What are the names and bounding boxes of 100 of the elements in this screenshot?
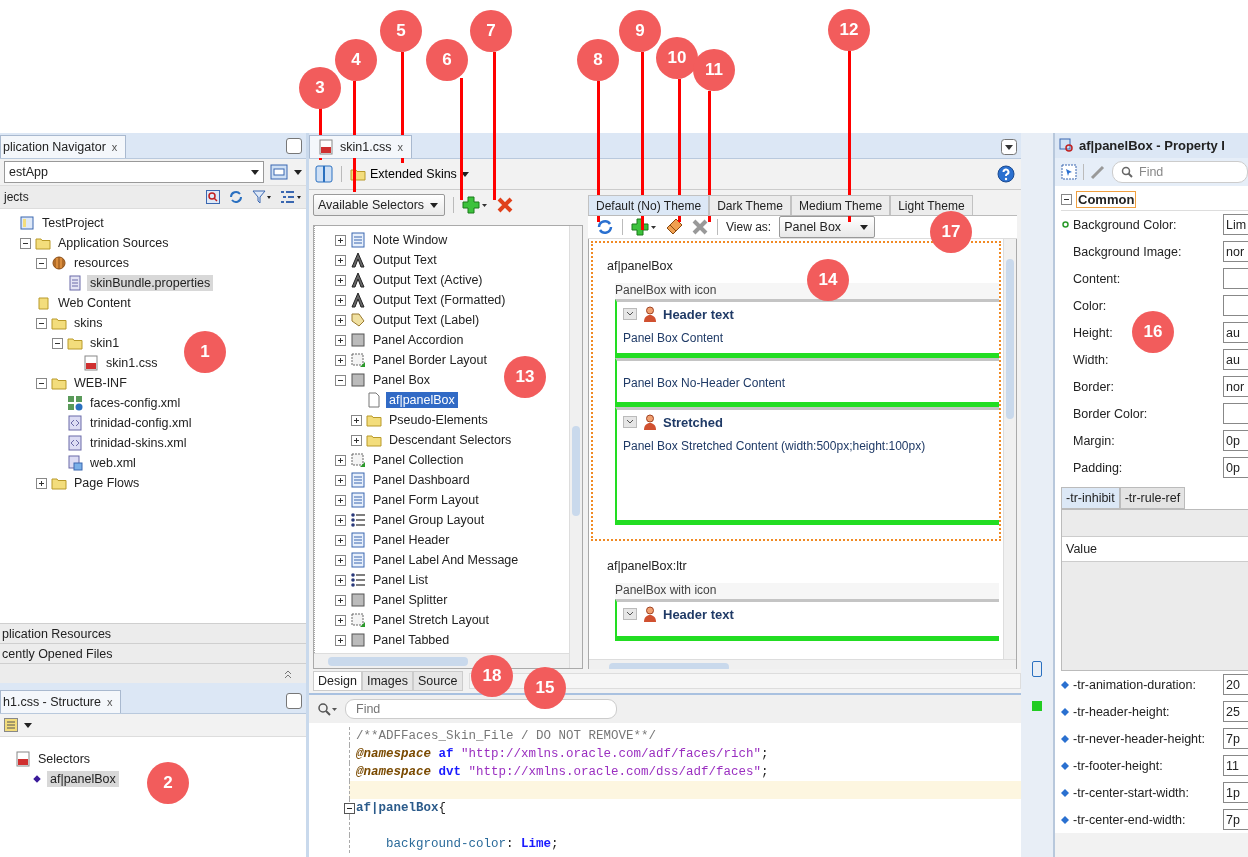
theme-tab[interactable]: Light Theme — [890, 195, 973, 215]
collapse-icon[interactable] — [623, 416, 637, 428]
tree-item[interactable]: Output Text (Formatted) — [370, 292, 509, 308]
view-tab[interactable]: Images — [361, 671, 413, 691]
expand-icon[interactable] — [335, 474, 346, 486]
filter-icon[interactable] — [252, 190, 272, 204]
expand-icon[interactable] — [335, 334, 346, 346]
select-icon[interactable] — [1061, 164, 1077, 180]
property-field[interactable]: Lim — [1223, 214, 1248, 235]
search-icon[interactable] — [206, 190, 220, 204]
refresh-icon[interactable] — [596, 218, 614, 236]
tree-item[interactable]: Panel Splitter — [370, 592, 451, 608]
tree-item[interactable]: resources — [71, 255, 132, 271]
property-field[interactable]: nor — [1223, 376, 1248, 397]
tree-item[interactable]: Panel Collection — [370, 452, 467, 468]
collapse-icon[interactable] — [623, 308, 637, 320]
collapse-icon[interactable] — [36, 317, 47, 329]
collapse-icon[interactable] — [36, 377, 47, 389]
caret-icon[interactable] — [294, 169, 302, 175]
view-as-dropdown[interactable]: Panel Box — [779, 216, 876, 238]
expand-icon[interactable] — [335, 274, 346, 286]
theme-tab[interactable]: Medium Theme — [790, 195, 891, 215]
expand-icon[interactable] — [335, 594, 346, 606]
collapse-icon[interactable] — [20, 237, 31, 249]
tree-item[interactable]: Panel Tabbed — [370, 632, 453, 648]
property-tab[interactable]: -tr-inhibit — [1061, 487, 1120, 509]
expand-icon[interactable] — [335, 494, 346, 506]
tree-item[interactable]: Panel Box — [370, 372, 433, 388]
expand-icon[interactable] — [335, 314, 346, 326]
tree-item[interactable]: Output Text (Active) — [370, 272, 486, 288]
selectors-dropdown[interactable]: Available Selectors — [313, 194, 446, 216]
tree-item[interactable]: Output Text (Label) — [370, 312, 483, 328]
tree-item[interactable]: skins — [71, 315, 106, 331]
expand-icon[interactable] — [335, 354, 346, 366]
property-field[interactable]: au — [1223, 349, 1248, 370]
tree-item[interactable]: trinidad-skins.xml — [87, 435, 190, 451]
minimize-button[interactable] — [286, 693, 302, 709]
tree-item[interactable]: faces-config.xml — [87, 395, 184, 411]
expand-icon[interactable] — [335, 514, 346, 526]
tree-item[interactable]: Output Text — [370, 252, 440, 268]
close-button[interactable]: x — [397, 141, 403, 153]
navigator-tab[interactable]: plication Navigator x — [0, 135, 127, 158]
tree-item[interactable]: Panel Label And Message — [370, 552, 522, 568]
expand-icon[interactable] — [36, 477, 47, 489]
tree-item[interactable]: Panel Border Layout — [370, 352, 490, 368]
tree-item[interactable]: af|panelBox — [386, 392, 458, 408]
eraser-icon[interactable] — [665, 218, 683, 236]
help-icon[interactable] — [997, 165, 1015, 183]
property-field[interactable]: nor — [1223, 241, 1248, 262]
tree-item[interactable]: Panel Form Layout — [370, 492, 482, 508]
scrollbar-thumb[interactable] — [1006, 259, 1014, 419]
tree-item[interactable]: Page Flows — [71, 475, 143, 491]
view-tab[interactable]: Design — [313, 671, 362, 691]
property-field[interactable]: 7p — [1223, 728, 1248, 749]
search-icon[interactable] — [317, 702, 339, 716]
property-field[interactable]: 20 — [1223, 674, 1248, 695]
tree-item[interactable]: skin1 — [87, 335, 123, 351]
property-field[interactable]: 11 — [1223, 755, 1248, 776]
expand-icon[interactable] — [335, 554, 346, 566]
view-tab[interactable]: Source — [412, 671, 463, 691]
expand-icon[interactable] — [335, 454, 346, 466]
fold-icon[interactable] — [344, 803, 355, 814]
add-icon[interactable] — [462, 196, 489, 214]
list-options-icon[interactable] — [280, 190, 302, 204]
tree-item[interactable]: skin1.css — [103, 355, 161, 371]
property-field[interactable]: 25 — [1223, 701, 1248, 722]
structure-view-icon[interactable] — [4, 718, 18, 732]
expand-icon[interactable] — [335, 294, 346, 306]
window-icon[interactable] — [270, 164, 288, 180]
property-field[interactable] — [1223, 268, 1248, 289]
expand-icon[interactable] — [335, 234, 346, 246]
tree-item[interactable]: WEB-INF — [71, 375, 130, 391]
structure-tab[interactable]: h1.css - Structure x — [0, 690, 122, 713]
scrollbar-thumb[interactable] — [572, 426, 580, 516]
tree-item[interactable]: web.xml — [87, 455, 139, 471]
expand-icon[interactable] — [351, 434, 362, 446]
accordion-header[interactable]: plication Resources — [0, 623, 306, 643]
tree-item[interactable]: Application Sources — [55, 235, 172, 251]
find-field[interactable]: Find — [1112, 161, 1248, 183]
tree-item[interactable]: Web Content — [55, 295, 134, 311]
close-button[interactable]: x — [111, 141, 118, 153]
property-field[interactable]: 1p — [1223, 782, 1248, 803]
tree-item[interactable]: Panel Dashboard — [370, 472, 473, 488]
scrollbar-thumb[interactable] — [328, 656, 468, 666]
accordion-header[interactable]: cently Opened Files — [0, 643, 306, 663]
dropdown-icon[interactable] — [1001, 139, 1017, 155]
double-caret-icon[interactable] — [284, 668, 292, 679]
tree-item[interactable]: Panel List — [370, 572, 431, 588]
collapse-icon[interactable] — [335, 374, 346, 386]
delete-icon[interactable] — [496, 196, 515, 214]
expand-icon[interactable] — [335, 634, 346, 646]
tree-item[interactable]: Selectors — [35, 751, 94, 767]
caret-icon[interactable] — [24, 722, 32, 728]
collapse-icon[interactable] — [623, 608, 637, 620]
close-button[interactable]: x — [106, 696, 113, 708]
property-field[interactable]: 7p — [1223, 809, 1248, 830]
theme-tab[interactable]: Default (No) Theme — [588, 195, 710, 215]
section-header[interactable]: Common — [1076, 190, 1137, 208]
collapse-icon[interactable] — [1061, 193, 1072, 205]
tree-item[interactable]: Panel Stretch Layout — [370, 612, 493, 628]
